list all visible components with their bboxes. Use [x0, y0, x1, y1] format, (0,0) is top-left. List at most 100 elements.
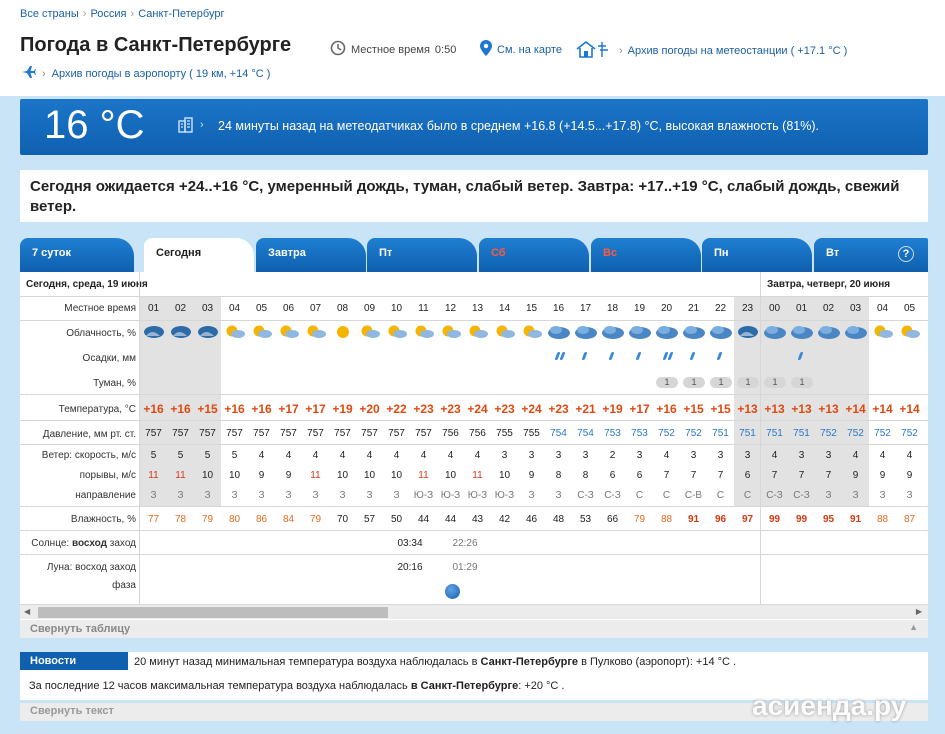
row-label-gusts: порывы, м/с [79, 470, 136, 481]
cloud-icon [331, 324, 355, 340]
cell-temps: +16 [143, 402, 164, 416]
grid-line [20, 320, 928, 321]
cell-pressure: 751 [739, 428, 756, 439]
cell-temps: +19 [602, 402, 623, 416]
cell-humidity: 44 [444, 514, 457, 525]
cell-hours: 23 [741, 303, 754, 314]
page-title: Погода в Санкт-Петербурге [20, 34, 292, 56]
archive-airport-link[interactable]: › Архив погоды в аэропорту ( 19 км, +14 … [22, 66, 270, 81]
tab-today[interactable]: Сегодня [144, 238, 254, 272]
cell-humidity: 91 [687, 514, 700, 525]
current-weather-description: 24 минуты назад на метеодатчиках было в … [218, 119, 819, 133]
cell-gusts: 7 [825, 470, 832, 481]
cell-temps: +15 [710, 402, 731, 416]
cloud-icon [898, 324, 922, 340]
cell-gusts: 7 [771, 470, 778, 481]
cell-dirs: С-З [577, 490, 594, 501]
cell-humidity: 91 [849, 514, 862, 525]
cell-hours: 02 [174, 303, 187, 314]
cell-hours: 02 [822, 303, 835, 314]
row-label-time: Местное время [64, 303, 136, 314]
grid-line [20, 506, 928, 507]
row-label-moon: Луна: восход заход [46, 562, 136, 573]
rain-drop-icon [581, 352, 588, 360]
cell-wind: 3 [501, 450, 508, 461]
cell-gusts: 10 [390, 470, 403, 481]
cell-temps: +23 [548, 402, 569, 416]
cloud-icon [493, 324, 517, 340]
breadcrumb-all-countries[interactable]: Все страны [20, 8, 79, 20]
cell-temps: +17 [629, 402, 650, 416]
cell-dirs: С [743, 490, 752, 501]
cell-humidity: 88 [660, 514, 673, 525]
grid-line [20, 530, 928, 531]
cell-hours: 11 [418, 303, 429, 314]
cell-pressure: 757 [145, 428, 162, 439]
cell-hours: 15 [525, 303, 538, 314]
cloud-icon [223, 324, 247, 340]
breadcrumb-spb[interactable]: Санкт-Петербург [138, 8, 224, 20]
cell-temps: +13 [818, 402, 839, 416]
cloud-icon [628, 324, 652, 340]
tab-7-days[interactable]: 7 суток [20, 238, 134, 272]
news-line-2: За последние 12 часов максимальная темпе… [29, 680, 565, 692]
cell-gusts: 9 [906, 470, 913, 481]
sun-label-bold: восход [71, 538, 107, 549]
cell-gusts: 7 [663, 470, 670, 481]
cell-pressure: 756 [442, 428, 459, 439]
cell-dirs: С [716, 490, 725, 501]
scroll-right-icon[interactable]: ▶ [916, 607, 922, 616]
cell-pressure: 754 [550, 428, 567, 439]
cell-temps: +15 [683, 402, 704, 416]
cell-wind: 4 [663, 450, 670, 461]
local-time-value: 0:50 [434, 43, 457, 56]
row-label-cloud: Облачность, % [66, 328, 136, 339]
tab-friday[interactable]: Пт [367, 238, 477, 272]
cell-wind: 3 [744, 450, 751, 461]
cell-hours: 08 [336, 303, 349, 314]
cell-pressure: 757 [415, 428, 432, 439]
cell-pressure: 752 [685, 428, 702, 439]
fog-badge: 1 [656, 377, 678, 388]
scroll-left-icon[interactable]: ◀ [24, 607, 30, 616]
row-label-precip: Осадки, мм [82, 353, 136, 364]
collapse-table-button[interactable]: Свернуть таблицу ▲ [20, 620, 928, 638]
map-link[interactable]: См. на карте [480, 40, 562, 59]
cloud-icon [547, 324, 571, 340]
help-icon[interactable]: ? [898, 246, 914, 262]
cell-gusts: 11 [310, 470, 321, 481]
sunset-time: 22:26 [452, 538, 478, 549]
header: Все страны › Россия › Санкт-Петербург По… [0, 0, 945, 96]
tab-tuesday[interactable]: Вт ? [814, 238, 928, 272]
tab-monday[interactable]: Пн [702, 238, 812, 272]
tab-saturday[interactable]: Сб [479, 238, 589, 272]
cell-hours: 22 [714, 303, 727, 314]
cell-dirs: С-З [766, 490, 783, 501]
cell-wind: 3 [717, 450, 724, 461]
fog-badge: 1 [737, 377, 759, 388]
cell-dirs: Ю-З [467, 490, 488, 501]
rain-drop-icon [667, 352, 674, 360]
forecast-table: Сегодня, среда, 19 июня Завтра, четверг,… [20, 272, 928, 620]
scroll-thumb[interactable] [38, 607, 388, 618]
cell-dirs: З [366, 490, 373, 501]
cell-dirs: З [177, 490, 184, 501]
cell-temps: +16 [170, 402, 191, 416]
tab-sunday[interactable]: Вс [591, 238, 701, 272]
cell-pressure: 751 [712, 428, 729, 439]
rain-drop-icon [689, 352, 696, 360]
cell-gusts: 10 [498, 470, 511, 481]
cell-dirs: З [825, 490, 832, 501]
tab-tomorrow[interactable]: Завтра [256, 238, 366, 272]
cell-temps: +13 [764, 402, 785, 416]
archive-station-link[interactable]: › Архив погоды на метеостанции ( +17.1 °… [576, 40, 847, 61]
breadcrumb-russia[interactable]: Россия [90, 8, 126, 20]
cell-temps: +19 [332, 402, 353, 416]
cell-gusts: 9 [285, 470, 292, 481]
cell-wind: 3 [528, 450, 535, 461]
day-label-tomorrow: Завтра, четверг, 20 июня [767, 279, 891, 290]
cell-wind: 4 [879, 450, 886, 461]
cell-wind: 2 [609, 450, 616, 461]
table-scrollbar[interactable]: ◀ ▶ [20, 604, 928, 619]
cell-temps: +17 [305, 402, 326, 416]
